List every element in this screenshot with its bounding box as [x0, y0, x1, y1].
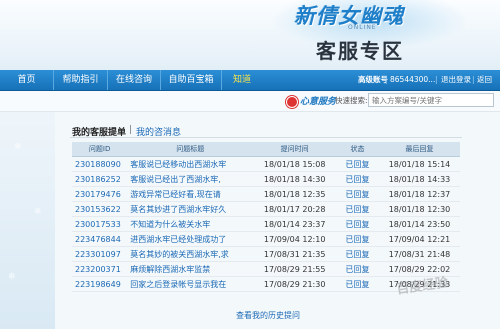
ticket-title[interactable]: 进西湖水牢已经处理成功了 [127, 231, 254, 247]
nav-help-guide[interactable]: 帮助指引 [54, 70, 108, 90]
game-logo-sub: ONLINE [348, 24, 377, 31]
table-row[interactable]: 230186252 客服说已经出了西湖水牢, 18/01/18 14:30 已回… [72, 171, 460, 187]
col-header-time: 提问时间 [253, 142, 336, 157]
ticket-id[interactable]: 230153622 [72, 201, 128, 217]
ticket-last-reply: 18/01/18 12:30 [378, 201, 460, 217]
page-title: 客服专区 [316, 39, 404, 63]
ticket-id[interactable]: 223200371 [72, 261, 128, 277]
ticket-id[interactable]: 223476844 [72, 231, 128, 247]
nav-self-service[interactable]: 自助百宝箱 [161, 70, 222, 90]
ticket-title[interactable]: 客服说已经移动出西湖水牢 [127, 156, 254, 172]
col-header-id: 问题ID [72, 142, 128, 157]
tab-divider [70, 137, 462, 138]
main-nav: 首页 帮助指引 在线咨询 自助百宝箱 知道 高级账号 | 86544300...… [0, 70, 500, 91]
ticket-time: 17/09/04 12:10 [253, 231, 336, 247]
account-info: 高级账号 [358, 70, 388, 90]
ticket-status: 已回复 [335, 171, 379, 187]
ticket-time: 18/01/14 23:37 [253, 216, 336, 232]
ticket-status: 已回复 [335, 216, 379, 232]
table-row[interactable]: 230153622 莫名其妙进了西湖水牢好久 18/01/17 20:28 已回… [72, 201, 460, 217]
snowflake-icon: ❄ [14, 142, 22, 152]
ticket-id[interactable]: 230188090 [72, 156, 128, 172]
col-header-title: 问题标题 [127, 142, 254, 157]
search-input[interactable] [368, 93, 494, 107]
ticket-status: 已回复 [335, 246, 379, 262]
ticket-status: 已回复 [335, 156, 379, 172]
ticket-id[interactable]: 223301097 [72, 246, 128, 262]
ticket-title[interactable]: 莫名其妙进了西湖水牢好久 [127, 201, 254, 217]
ticket-id[interactable]: 230017533 [72, 216, 128, 232]
service-brand: 心意服务 [300, 97, 337, 107]
snowflake-icon: ❄ [8, 272, 16, 282]
ticket-time: 18/01/17 20:28 [253, 201, 336, 217]
table-header-row: 问题ID 问题标题 提问时间 状态 最后回复 [72, 142, 460, 157]
ticket-time: 18/01/18 12:35 [253, 186, 336, 202]
ticket-id[interactable]: 230179476 [72, 186, 128, 202]
ticket-time: 18/01/18 14:30 [253, 171, 336, 187]
ticket-id[interactable]: 230186252 [72, 171, 128, 187]
account-sep: | [385, 75, 388, 84]
logout-link[interactable]: 退出登录 [441, 70, 471, 90]
ticket-title[interactable]: 不知道为什么被关水牢 [127, 216, 254, 232]
view-history-link[interactable]: 查看我的历史提问 [236, 310, 300, 321]
table-row[interactable]: 223200371 麻烦解除西湖水牢监禁 17/08/29 21:55 已回复 … [72, 261, 460, 277]
account-label: 高级账号 [358, 75, 388, 84]
back-link[interactable]: 返回 [477, 70, 492, 90]
ticket-status: 已回复 [335, 261, 379, 277]
table-row[interactable]: 230179476 游戏异常已经好看,现在请 18/01/18 12:35 已回… [72, 186, 460, 202]
ticket-last-reply: 18/01/14 23:50 [378, 216, 460, 232]
table-row[interactable]: 230017533 不知道为什么被关水牢 18/01/14 23:37 已回复 … [72, 216, 460, 232]
tab-separator: | [129, 125, 133, 135]
ticket-status: 已回复 [335, 201, 379, 217]
ticket-last-reply: 18/01/18 14:33 [378, 171, 460, 187]
logout-sep: | [435, 75, 438, 84]
nav-knowledge[interactable]: 知道 [222, 70, 262, 90]
ticket-title[interactable]: 麻烦解除西湖水牢监禁 [127, 261, 254, 277]
search-label: 快速搜索: [335, 96, 368, 105]
ticket-time: 17/08/31 21:35 [253, 246, 336, 262]
service-brand-icon [286, 96, 298, 108]
left-decoration: ❄ ❄ ❄ [0, 112, 55, 329]
ticket-id[interactable]: 223198649 [72, 276, 128, 292]
ticket-title[interactable]: 莫名其妙的被关西湖水牢,求 [127, 246, 254, 262]
table-row[interactable]: 223301097 莫名其妙的被关西湖水牢,求 17/08/31 21:35 已… [72, 246, 460, 262]
ticket-time: 17/08/29 21:30 [253, 276, 336, 292]
account-id: 86544300... [390, 75, 436, 84]
ticket-last-reply: 17/08/31 21:48 [378, 246, 460, 262]
table-row[interactable]: 230188090 客服说已经移动出西湖水牢 18/01/18 15:08 已回… [72, 156, 460, 172]
nav-online-consult[interactable]: 在线咨询 [108, 70, 161, 90]
back-sep: | [472, 75, 475, 84]
ticket-title[interactable]: 客服说已经出了西湖水牢, [127, 171, 254, 187]
header-banner: 新倩女幽魂 ONLINE 客服专区 [0, 0, 500, 70]
ticket-title[interactable]: 回家之后登录帐号显示我在 [127, 276, 254, 292]
ticket-status: 已回复 [335, 276, 379, 292]
tickets-table: 问题ID 问题标题 提问时间 状态 最后回复 230188090 客服说已经移动… [72, 142, 460, 292]
ticket-last-reply: 18/01/18 15:14 [378, 156, 460, 172]
snowflake-icon: ❄ [34, 207, 42, 217]
ticket-time: 18/01/18 15:08 [253, 156, 336, 172]
ticket-last-reply: 17/09/04 12:21 [378, 231, 460, 247]
nav-home[interactable]: 首页 [0, 70, 54, 90]
ticket-status: 已回复 [335, 186, 379, 202]
ticket-status: 已回复 [335, 231, 379, 247]
col-header-status: 状态 [335, 142, 379, 157]
col-header-last-reply: 最后回复 [378, 142, 460, 157]
ticket-time: 17/08/29 21:55 [253, 261, 336, 277]
ticket-last-reply: 18/01/18 12:37 [378, 186, 460, 202]
ticket-title[interactable]: 游戏异常已经好看,现在请 [127, 186, 254, 202]
table-row[interactable]: 223476844 进西湖水牢已经处理成功了 17/09/04 12:10 已回… [72, 231, 460, 247]
